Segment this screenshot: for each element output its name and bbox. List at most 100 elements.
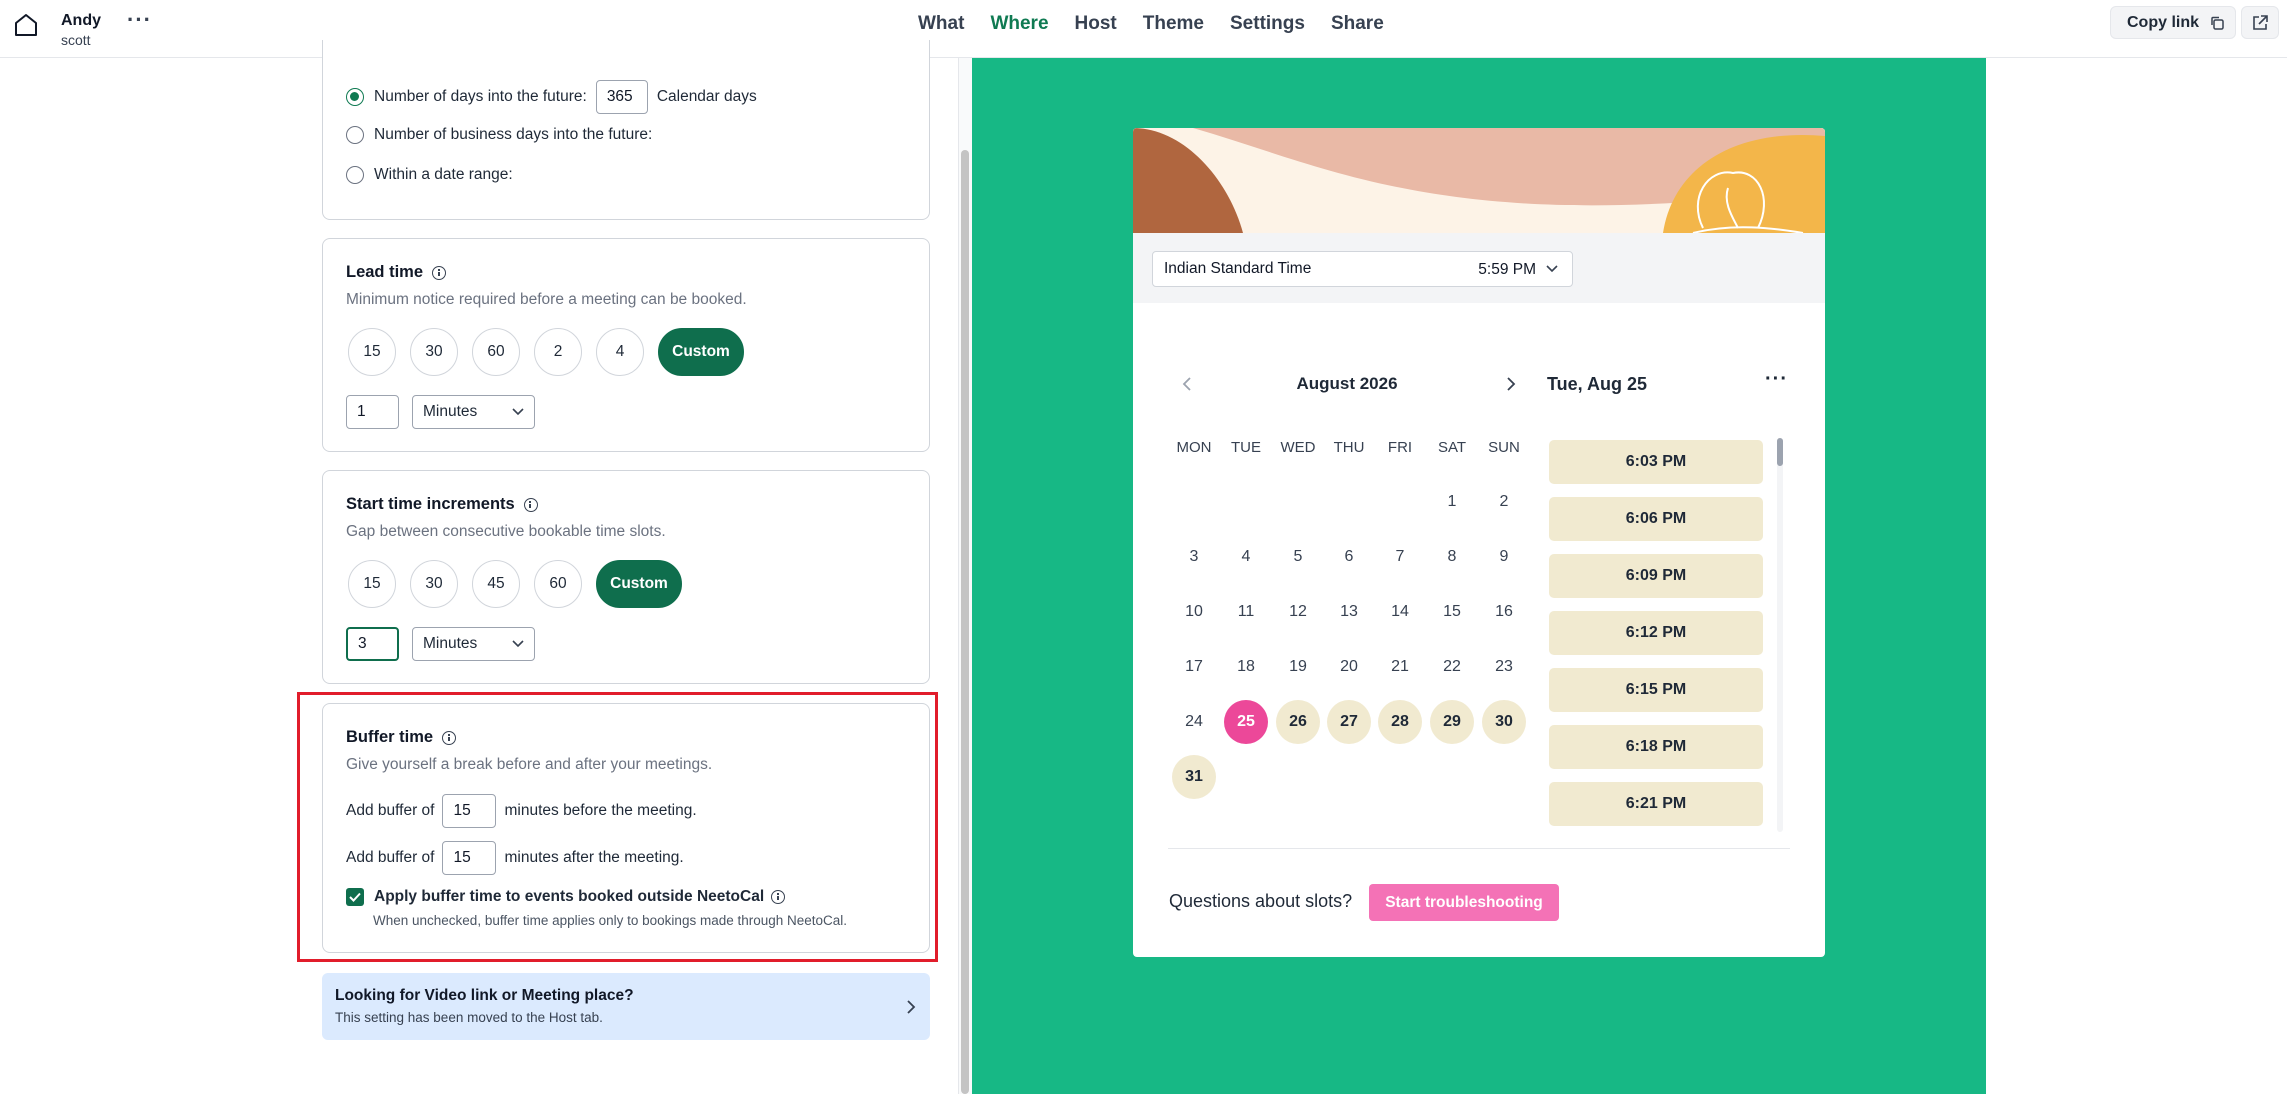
lead-pill-30[interactable]: 30 [410, 328, 458, 376]
lead-pill-custom[interactable]: Custom [658, 328, 744, 376]
calendar-day[interactable]: 28 [1378, 700, 1422, 744]
calendar-day[interactable]: 30 [1482, 700, 1526, 744]
home-icon[interactable] [12, 11, 40, 39]
increment-pill-15[interactable]: 15 [348, 560, 396, 608]
chevron-left-icon[interactable] [1182, 376, 1192, 392]
calendar-day[interactable]: 27 [1327, 700, 1371, 744]
start-troubleshooting-button[interactable]: Start troubleshooting [1369, 884, 1559, 921]
increments-desc: Gap between consecutive bookable time sl… [346, 523, 666, 540]
lead-time-unit-select[interactable]: Minutes [412, 395, 535, 429]
increment-unit-select[interactable]: Minutes [412, 627, 535, 661]
option-business-label: Number of business days into the future: [374, 126, 653, 143]
open-external-button[interactable] [2241, 6, 2279, 39]
widget-divider [1168, 848, 1790, 849]
increment-pill-45[interactable]: 45 [472, 560, 520, 608]
weekday-wed: WED [1280, 439, 1316, 456]
calendar-day: 16 [1495, 603, 1513, 620]
calendar-day: 9 [1499, 548, 1509, 565]
increment-unit: Minutes [423, 635, 478, 652]
info-icon[interactable] [432, 265, 447, 280]
more-options-icon[interactable]: ··· [1765, 368, 1788, 391]
weekday-thu: THU [1333, 439, 1365, 456]
weekday-sat: SAT [1437, 439, 1467, 456]
slots-question: Questions about slots? [1169, 891, 1353, 911]
calendar-day: 11 [1237, 603, 1255, 620]
nav-theme[interactable]: Theme [1143, 12, 1204, 36]
chevron-right-icon[interactable] [1506, 376, 1516, 392]
calendar-day: 10 [1185, 603, 1203, 620]
calendar-day: 17 [1185, 658, 1203, 675]
chevron-down-icon [1546, 265, 1558, 273]
nav-share[interactable]: Share [1331, 12, 1384, 36]
time-slot[interactable]: 6:15 PM [1549, 668, 1763, 712]
calendar-day: 7 [1395, 548, 1405, 565]
calendar-day: 22 [1443, 658, 1461, 675]
lead-pill-4[interactable]: 4 [596, 328, 644, 376]
calendar-day[interactable]: 25 [1224, 700, 1268, 744]
time-slot[interactable]: 6:21 PM [1549, 782, 1763, 826]
increment-pill-30[interactable]: 30 [410, 560, 458, 608]
calendar-day: 18 [1237, 658, 1255, 675]
calendar-day: 21 [1391, 658, 1409, 675]
increment-value-input[interactable]: 3 [346, 627, 399, 661]
calendar-day: 20 [1340, 658, 1358, 675]
radio-date-range[interactable] [346, 166, 364, 184]
user-sub: scott [61, 32, 91, 48]
calendar-day: 4 [1241, 548, 1251, 565]
increment-pill-60[interactable]: 60 [534, 560, 582, 608]
weekday-sun: SUN [1488, 439, 1520, 456]
radio-business-days[interactable] [346, 126, 364, 144]
lead-pill-15[interactable]: 15 [348, 328, 396, 376]
notice-title: Looking for Video link or Meeting place? [335, 987, 634, 1004]
days-input[interactable]: 365 [595, 80, 648, 114]
calendar-day[interactable]: 31 [1172, 755, 1216, 799]
lead-time-title: Lead time [346, 263, 906, 282]
lead-time-desc: Minimum notice required before a meeting… [346, 291, 747, 308]
increments-title-text: Start time increments [346, 495, 515, 513]
selected-date: Tue, Aug 25 [1547, 374, 1648, 394]
calendar-day: 6 [1344, 548, 1354, 565]
calendar-day: 19 [1289, 658, 1307, 675]
lead-time-value-input[interactable]: 1 [346, 395, 399, 429]
nav-settings[interactable]: Settings [1230, 12, 1305, 36]
slot-scrollbar-thumb[interactable] [1777, 438, 1783, 466]
timezone-time: 5:59 PM [1478, 261, 1536, 278]
slot-scrollbar[interactable] [1777, 438, 1783, 832]
main-nav: What Where Host Theme Settings Share [918, 12, 1410, 36]
calendar-day: 12 [1289, 603, 1307, 620]
lead-time-unit: Minutes [423, 403, 478, 420]
panel-scrollbar-thumb[interactable] [961, 150, 969, 1094]
right-blank [1986, 58, 2287, 1094]
time-slot[interactable]: 6:12 PM [1549, 611, 1763, 655]
lead-time-options: 15 30 60 2 4 Custom [348, 328, 758, 376]
time-slot[interactable]: 6:09 PM [1549, 554, 1763, 598]
more-options-icon[interactable]: ··· [127, 9, 151, 34]
calendar-day: 14 [1391, 603, 1409, 620]
copy-link-label: Copy link [2127, 13, 2200, 31]
external-link-icon [2253, 14, 2268, 30]
timezone-select[interactable]: Indian Standard Time 5:59 PM [1152, 251, 1573, 287]
increments-title: Start time increments [346, 495, 906, 514]
lead-time-title-text: Lead time [346, 263, 424, 281]
calendar-day: 2 [1499, 493, 1509, 510]
time-slot[interactable]: 6:06 PM [1549, 497, 1763, 541]
radio-days-future[interactable] [346, 88, 364, 106]
time-slot[interactable]: 6:18 PM [1549, 725, 1763, 769]
calendar-day[interactable]: 29 [1430, 700, 1474, 744]
nav-what[interactable]: What [918, 12, 964, 36]
lead-pill-2[interactable]: 2 [534, 328, 582, 376]
nav-where[interactable]: Where [990, 12, 1048, 36]
copy-link-button[interactable]: Copy link [2110, 6, 2236, 39]
increment-pill-custom[interactable]: Custom [596, 560, 682, 608]
info-icon[interactable] [523, 497, 538, 512]
weekday-mon: MON [1176, 439, 1212, 456]
nav-host[interactable]: Host [1075, 12, 1117, 36]
calendar-day: 5 [1293, 548, 1303, 565]
increment-options: 15 30 45 60 Custom [348, 560, 696, 608]
lead-pill-60[interactable]: 60 [472, 328, 520, 376]
video-link-notice[interactable]: Looking for Video link or Meeting place?… [322, 973, 930, 1040]
chevron-down-icon [512, 640, 524, 648]
calendar-day[interactable]: 26 [1276, 700, 1320, 744]
timezone-name: Indian Standard Time [1164, 260, 1312, 277]
time-slot[interactable]: 6:03 PM [1549, 440, 1763, 484]
